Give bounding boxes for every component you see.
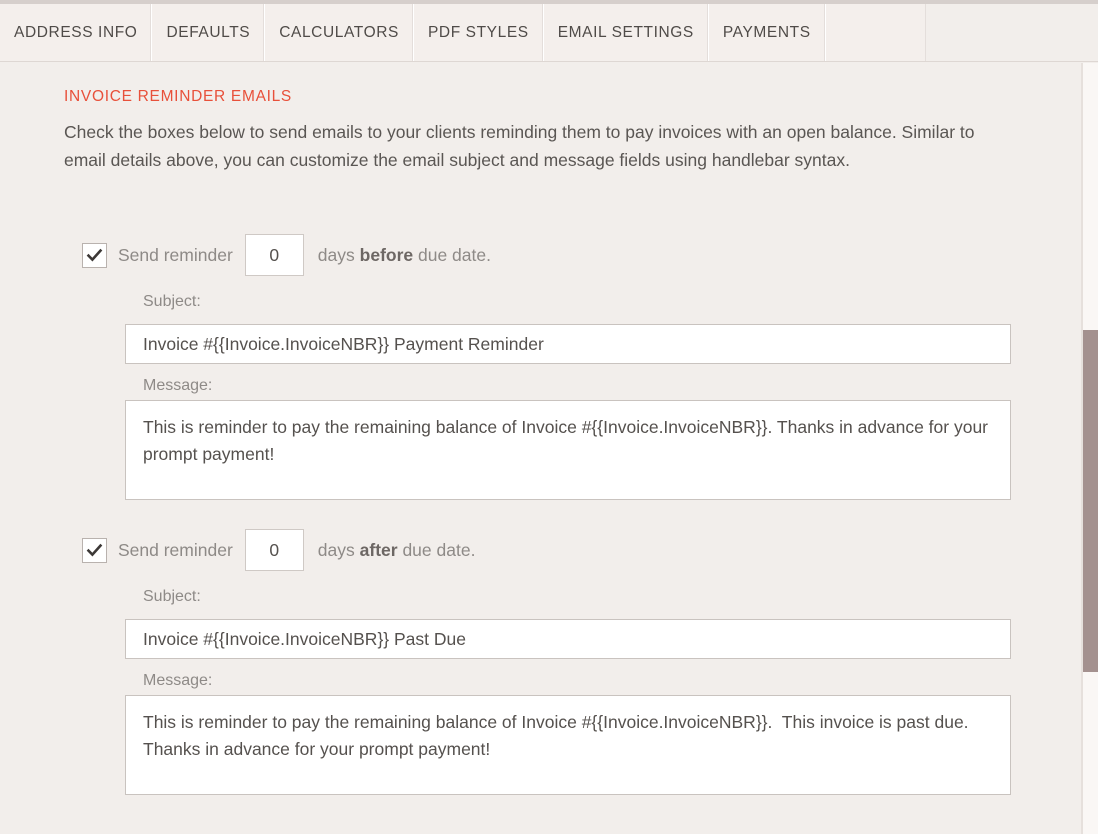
- vertical-scrollbar[interactable]: [1082, 63, 1098, 834]
- tab-defaults[interactable]: DEFAULTS: [152, 4, 266, 61]
- tab-pdf-styles[interactable]: PDF STYLES: [413, 4, 544, 61]
- checkmark-icon: [86, 543, 103, 557]
- section-description: Check the boxes below to send emails to …: [64, 122, 975, 170]
- subject-label-after: Subject:: [143, 588, 201, 605]
- tab-payments[interactable]: PAYMENTS: [708, 4, 826, 61]
- days-word: days: [317, 539, 355, 560]
- send-reminder-before-label: Send reminder: [118, 244, 233, 265]
- tab-email-settings[interactable]: EMAIL SETTINGS: [543, 4, 709, 61]
- message-label-after: Message:: [143, 672, 213, 689]
- days-word: days: [317, 244, 355, 265]
- message-textarea-before[interactable]: This is reminder to pay the remaining ba…: [125, 400, 1011, 500]
- send-reminder-before-checkbox[interactable]: [82, 242, 107, 268]
- email-settings-panel: INVOICE REMINDER EMAILS Check the boxes …: [0, 63, 1084, 834]
- days-before-suffix: days before due date.: [318, 245, 491, 266]
- tab-label: ADDRESS INFO: [14, 23, 138, 41]
- tab-bar-filler: [925, 4, 1098, 61]
- tab-calculators[interactable]: CALCULATORS: [265, 4, 414, 61]
- tab-label: PAYMENTS: [722, 23, 811, 41]
- message-textarea-after[interactable]: This is reminder to pay the remaining ba…: [125, 695, 1011, 795]
- send-reminder-after-checkbox[interactable]: [82, 537, 107, 563]
- tab-label: PDF STYLES: [427, 23, 529, 41]
- checkmark-icon: [86, 248, 103, 262]
- scrollbar-thumb[interactable]: [1083, 330, 1098, 672]
- reminder-after-row: Send reminder 0 days after due date.: [82, 529, 476, 571]
- timing-word-before: before: [359, 244, 414, 265]
- due-date-word: due date.: [418, 244, 491, 265]
- subject-input-after[interactable]: Invoice #{{Invoice.InvoiceNBR}} Past Due: [125, 619, 1011, 659]
- tab-label: EMAIL SETTINGS: [557, 23, 694, 41]
- timing-word-after: after: [359, 539, 398, 560]
- send-reminder-after-label: Send reminder: [118, 539, 233, 560]
- days-after-suffix: days after due date.: [318, 540, 476, 561]
- page-title: INVOICE REMINDER EMAILS: [64, 88, 292, 105]
- settings-tab-bar: ADDRESS INFO DEFAULTS CALCULATORS PDF ST…: [0, 4, 1098, 62]
- reminder-before-row: Send reminder 0 days before due date.: [82, 234, 491, 276]
- tab-label: CALCULATORS: [279, 23, 399, 41]
- tab-address-info[interactable]: ADDRESS INFO: [0, 4, 153, 61]
- subject-label-before: Subject:: [143, 293, 201, 310]
- tab-bar-empty-slot: [825, 4, 926, 61]
- tab-label: DEFAULTS: [166, 23, 251, 41]
- message-label-before: Message:: [143, 377, 213, 394]
- days-after-input[interactable]: 0: [244, 529, 304, 571]
- due-date-word: due date.: [402, 539, 476, 560]
- settings-page: ADDRESS INFO DEFAULTS CALCULATORS PDF ST…: [0, 0, 1098, 834]
- subject-input-before[interactable]: Invoice #{{Invoice.InvoiceNBR}} Payment …: [125, 324, 1011, 364]
- days-before-input[interactable]: 0: [244, 234, 304, 276]
